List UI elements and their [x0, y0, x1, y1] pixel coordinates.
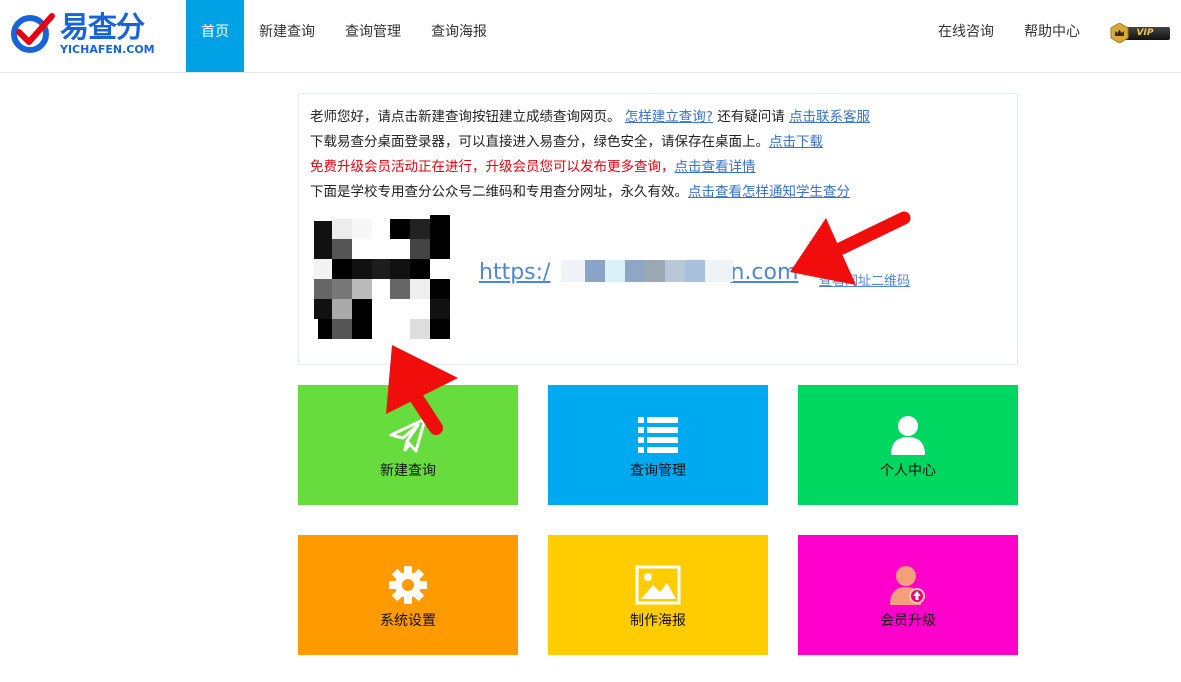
- qr-code-image: [312, 211, 452, 345]
- info-line-1-text: 老师您好，请点击新建查询按钮建立成绩查询网页。: [310, 109, 621, 125]
- user-icon: [891, 416, 925, 455]
- view-url-qr-link[interactable]: 查看网址二维码: [819, 270, 910, 289]
- contact-support-link[interactable]: 点击联系客服: [789, 109, 870, 125]
- query-url-prefix: https:/: [479, 260, 551, 285]
- nav-query-poster[interactable]: 查询海报: [420, 0, 498, 72]
- info-line-1-mid: 还有疑问请: [717, 109, 785, 125]
- upgrade-details-link[interactable]: 点击查看详情: [675, 159, 756, 175]
- tile-new-query[interactable]: 新建查询: [298, 385, 518, 505]
- url-blur-mask: [561, 260, 733, 282]
- tile-make-poster-label: 制作海报: [630, 613, 686, 629]
- nav-help-center[interactable]: 帮助中心: [1024, 0, 1080, 72]
- logo-english-text: YICHAFEN.COM: [60, 43, 155, 56]
- tile-query-management-label: 查询管理: [630, 463, 686, 479]
- nav-online-consult[interactable]: 在线咨询: [938, 0, 994, 72]
- info-line-4-text: 下面是学校专用查分公众号二维码和专用查分网址，永久有效。: [310, 184, 688, 200]
- top-header: 易查分 YICHAFEN.COM 首页 新建查询 查询管理 查询海报 在线咨询 …: [0, 0, 1181, 73]
- how-to-create-query-link[interactable]: 怎样建立查询?: [625, 109, 713, 125]
- notify-students-link[interactable]: 点击查看怎样通知学生查分: [688, 184, 850, 200]
- nav-home[interactable]: 首页: [186, 0, 244, 72]
- logo-check-icon: [11, 13, 55, 53]
- nav-query-management[interactable]: 查询管理: [334, 0, 412, 72]
- crown-icon: [1110, 23, 1129, 43]
- tile-personal-center-label: 个人中心: [880, 463, 936, 479]
- tile-query-management[interactable]: 查询管理: [548, 385, 768, 505]
- tile-system-settings[interactable]: 系统设置: [298, 535, 518, 655]
- list-icon: [638, 417, 678, 453]
- logo[interactable]: 易查分 YICHAFEN.COM: [10, 8, 160, 64]
- info-line-4: 下面是学校专用查分公众号二维码和专用查分网址，永久有效。点击查看怎样通知学生查分: [310, 183, 850, 201]
- info-line-2: 下载易查分桌面登录器，可以直接进入易查分，绿色安全，请保存在桌面上。点击下载: [310, 133, 823, 151]
- image-icon: [635, 565, 681, 605]
- tile-new-query-label: 新建查询: [380, 463, 436, 479]
- tile-member-upgrade-label: 会员升级: [880, 613, 936, 629]
- tile-member-upgrade[interactable]: 会员升级: [798, 535, 1018, 655]
- nav-new-query[interactable]: 新建查询: [248, 0, 326, 72]
- download-link[interactable]: 点击下载: [769, 134, 823, 150]
- tile-system-settings-label: 系统设置: [380, 613, 436, 629]
- logo-chinese-text: 易查分: [60, 10, 145, 44]
- info-line-3: 免费升级会员活动正在进行，升级会员您可以发布更多查询，点击查看详情: [310, 158, 756, 176]
- member-upgrade-icon: [890, 566, 925, 605]
- tile-personal-center[interactable]: 个人中心: [798, 385, 1018, 505]
- vip-badge[interactable]: VIP: [1110, 23, 1170, 43]
- info-line-1: 老师您好，请点击新建查询按钮建立成绩查询网页。 怎样建立查询? 还有疑问请 点击…: [310, 108, 870, 126]
- gear-icon: [389, 566, 427, 604]
- info-panel: 老师您好，请点击新建查询按钮建立成绩查询网页。 怎样建立查询? 还有疑问请 点击…: [298, 93, 1018, 365]
- query-url-suffix: n.com: [730, 260, 799, 285]
- tile-make-poster[interactable]: 制作海报: [548, 535, 768, 655]
- paper-plane-icon: [389, 417, 427, 453]
- info-line-2-text: 下载易查分桌面登录器，可以直接进入易查分，绿色安全，请保存在桌面上。: [310, 134, 769, 150]
- info-line-3-text: 免费升级会员活动正在进行，升级会员您可以发布更多查询，: [310, 159, 675, 175]
